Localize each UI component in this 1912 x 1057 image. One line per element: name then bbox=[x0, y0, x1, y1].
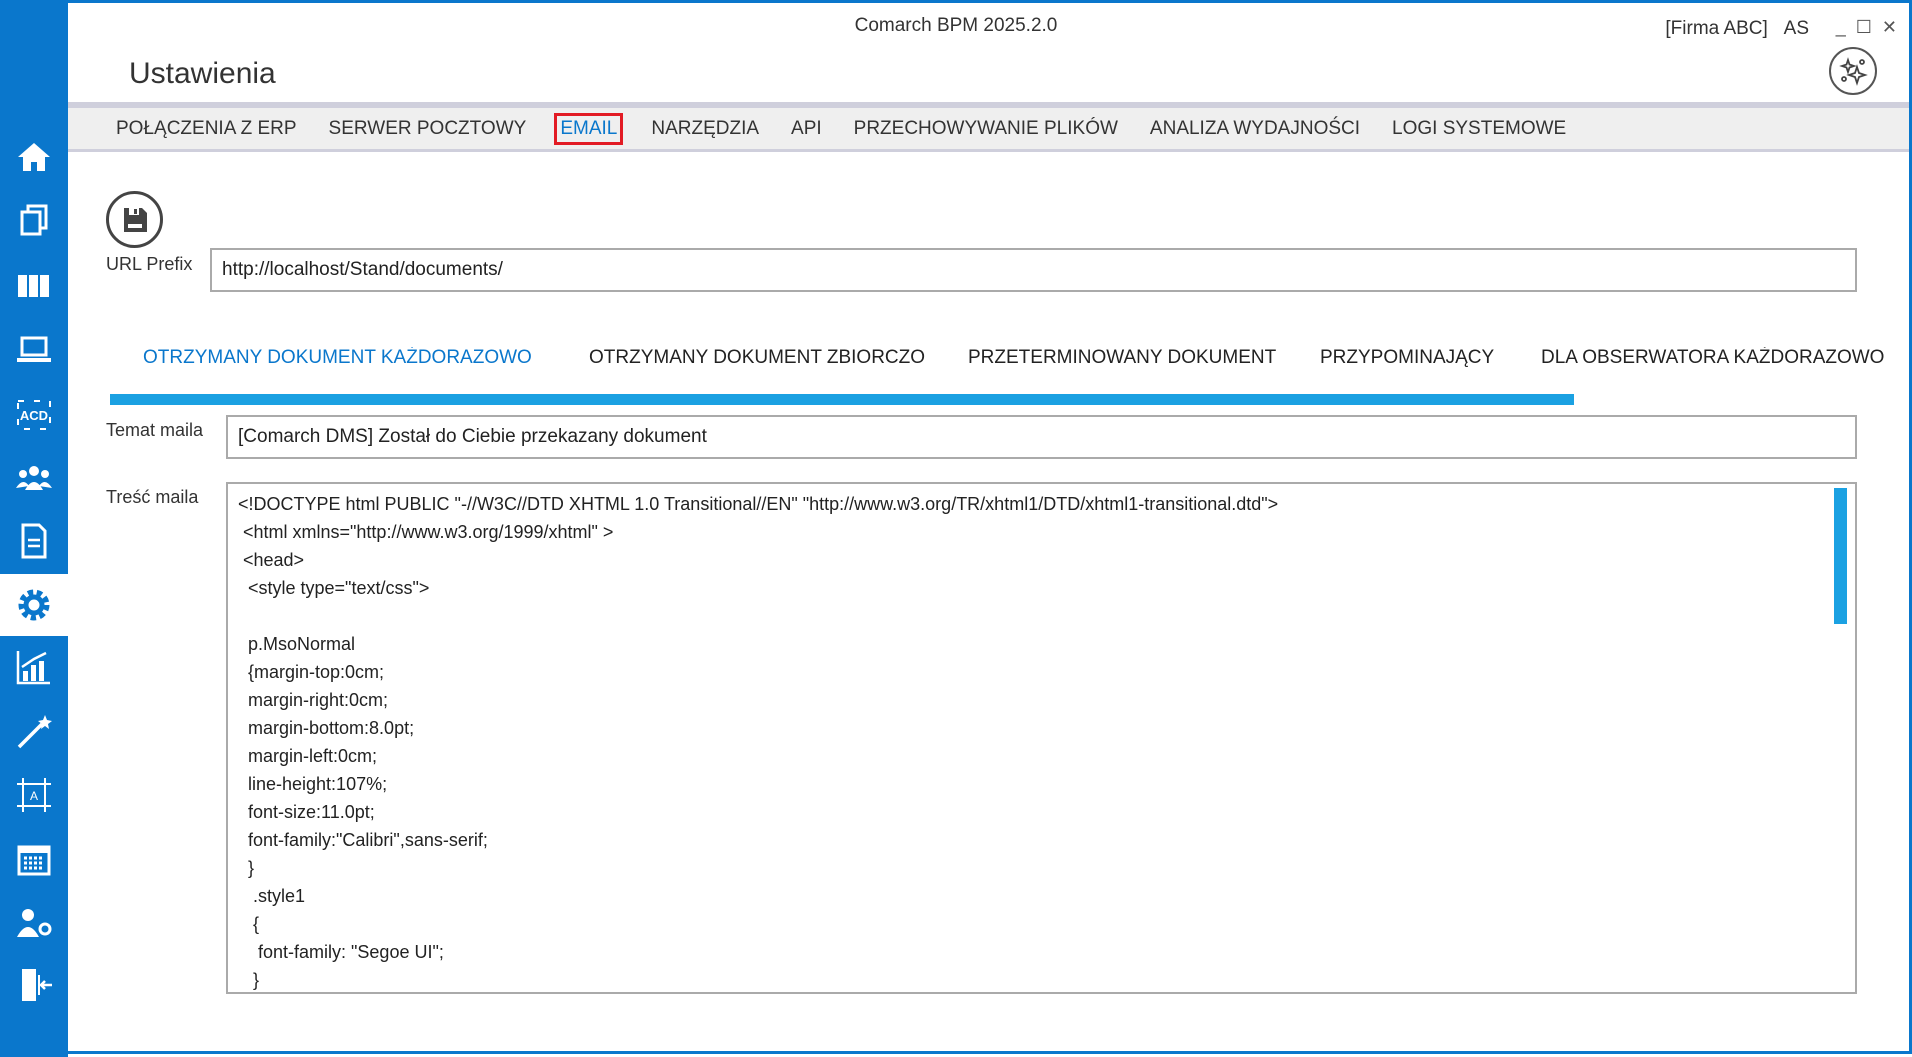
code-line: font-family:"Calibri",sans-serif; bbox=[238, 830, 488, 850]
sidebar-item-binders[interactable] bbox=[0, 254, 68, 316]
code-line: } bbox=[238, 970, 260, 990]
wizard-icon bbox=[17, 715, 52, 749]
sidebar-item-wizard[interactable] bbox=[0, 701, 68, 763]
code-line: margin-right:0cm; bbox=[238, 690, 389, 710]
sidebar-item-logout[interactable] bbox=[0, 954, 68, 1016]
email-template-tabs: OTRZYMANY DOKUMENT KAŻDORAZOWO OTRZYMANY … bbox=[143, 347, 1909, 377]
sidebar-item-calendar[interactable] bbox=[0, 829, 68, 891]
code-line: <html xmlns="http://www.w3.org/1999/xhtm… bbox=[238, 522, 614, 542]
svg-text:A: A bbox=[30, 789, 38, 803]
logout-icon bbox=[22, 969, 52, 1001]
body-textarea[interactable]: <!DOCTYPE html PUBLIC "-//W3C//DTD XHTML… bbox=[226, 482, 1857, 994]
home-icon bbox=[18, 143, 50, 171]
users-icon bbox=[16, 466, 52, 490]
nav-item-2[interactable]: EMAIL bbox=[554, 112, 624, 145]
user-settings-icon bbox=[17, 909, 52, 937]
sidebar-item-computer[interactable] bbox=[0, 319, 68, 381]
sparkles-icon bbox=[1839, 57, 1868, 86]
url-prefix-label: URL Prefix bbox=[106, 254, 193, 274]
subject-input[interactable]: [Comarch DMS] Został do Ciebie przekazan… bbox=[226, 415, 1857, 459]
nav-item-0[interactable]: POŁĄCZENIA Z ERP bbox=[112, 116, 301, 142]
code-line: <!DOCTYPE html PUBLIC "-//W3C//DTD XHTML… bbox=[238, 494, 1279, 514]
maximize-button[interactable]: ☐ bbox=[1856, 17, 1872, 38]
sidebar-item-documents[interactable] bbox=[0, 189, 68, 251]
code-line: margin-bottom:8.0pt; bbox=[238, 718, 415, 738]
vertical-scrollbar[interactable] bbox=[1834, 488, 1847, 624]
code-line: .style1 bbox=[238, 886, 306, 906]
settings-icon bbox=[18, 589, 50, 621]
settings-nav: POŁĄCZENIA Z ERP SERWER POCZTOWY EMAIL NARZ… bbox=[68, 102, 1909, 152]
designer-icon: A bbox=[17, 778, 51, 812]
sidebar-item-users[interactable] bbox=[0, 447, 68, 509]
tab-3[interactable]: PRZYPOMINAJĄCY bbox=[1320, 347, 1494, 369]
acd-icon: ACD bbox=[17, 400, 51, 430]
close-button[interactable]: ✕ bbox=[1882, 17, 1897, 38]
sidebar-item-home[interactable] bbox=[0, 126, 68, 188]
tab-4[interactable]: DLA OBSERWATORA KAŻDORAZOWO bbox=[1541, 347, 1884, 369]
sidebar-item-document-sync[interactable] bbox=[0, 510, 68, 572]
document-sync-icon bbox=[21, 523, 47, 559]
page-title: Ustawienia bbox=[129, 57, 276, 90]
code-line: margin-left:0cm; bbox=[238, 746, 378, 766]
minimize-button[interactable]: _ bbox=[1836, 17, 1846, 38]
tab-scrollbar[interactable] bbox=[110, 394, 1574, 405]
sidebar-item-user-settings[interactable] bbox=[0, 892, 68, 954]
body-label: Treść maila bbox=[106, 487, 199, 507]
code-line: font-family: "Segoe UI"; bbox=[238, 942, 444, 962]
sidebar-item-analytics[interactable] bbox=[0, 636, 68, 698]
company-name: [Firma ABC] bbox=[1665, 18, 1768, 39]
tab-2[interactable]: PRZETERMINOWANY DOKUMENT bbox=[968, 347, 1276, 369]
code-line: font-size:11.0pt; bbox=[238, 802, 375, 822]
window-controls: _ ☐ ✕ bbox=[1836, 17, 1897, 38]
nav-item-3[interactable]: NARZĘDZIA bbox=[647, 116, 763, 142]
sidebar-item-designer[interactable]: A bbox=[0, 764, 68, 826]
tab-0[interactable]: OTRZYMANY DOKUMENT KAŻDORAZOWO bbox=[143, 347, 532, 369]
binders-icon bbox=[18, 275, 49, 297]
sidebar: ACD A bbox=[0, 3, 68, 1057]
code-line: {margin-top:0cm; bbox=[238, 662, 385, 682]
company-user: [Firma ABC] AS bbox=[1665, 18, 1809, 40]
sidebar-item-settings[interactable] bbox=[0, 574, 68, 636]
save-button[interactable] bbox=[106, 191, 163, 248]
documents-icon bbox=[20, 204, 48, 236]
code-line: p.MsoNormal bbox=[238, 634, 356, 654]
code-line: } bbox=[238, 858, 255, 878]
computer-icon bbox=[17, 336, 51, 362]
code-line: <head> bbox=[238, 550, 305, 570]
code-line: { bbox=[238, 914, 260, 934]
ai-assistant-button[interactable] bbox=[1829, 47, 1877, 95]
nav-item-6[interactable]: ANALIZA WYDAJNOŚCI bbox=[1146, 116, 1364, 142]
nav-item-5[interactable]: PRZECHOWYWANIE PLIKÓW bbox=[850, 116, 1122, 142]
nav-item-4[interactable]: API bbox=[787, 116, 826, 142]
window-title: Comarch BPM 2025.2.0 bbox=[854, 15, 1058, 36]
sidebar-item-acd[interactable]: ACD bbox=[0, 384, 68, 446]
user-initials[interactable]: AS bbox=[1784, 18, 1809, 39]
floppy-disk-icon bbox=[123, 207, 147, 232]
nav-item-1[interactable]: SERWER POCZTOWY bbox=[325, 116, 531, 142]
analytics-icon bbox=[16, 651, 50, 685]
url-prefix-input[interactable]: http://localhost/Stand/documents/ bbox=[210, 248, 1857, 292]
nav-item-7[interactable]: LOGI SYSTEMOWE bbox=[1388, 116, 1570, 142]
tab-1[interactable]: OTRZYMANY DOKUMENT ZBIORCZO bbox=[589, 347, 925, 369]
calendar-icon bbox=[17, 845, 51, 876]
subject-label: Temat maila bbox=[106, 420, 204, 440]
code-line: <style type="text/css"> bbox=[238, 578, 430, 598]
svg-text:ACD: ACD bbox=[20, 408, 48, 423]
code-line: line-height:107%; bbox=[238, 774, 388, 794]
